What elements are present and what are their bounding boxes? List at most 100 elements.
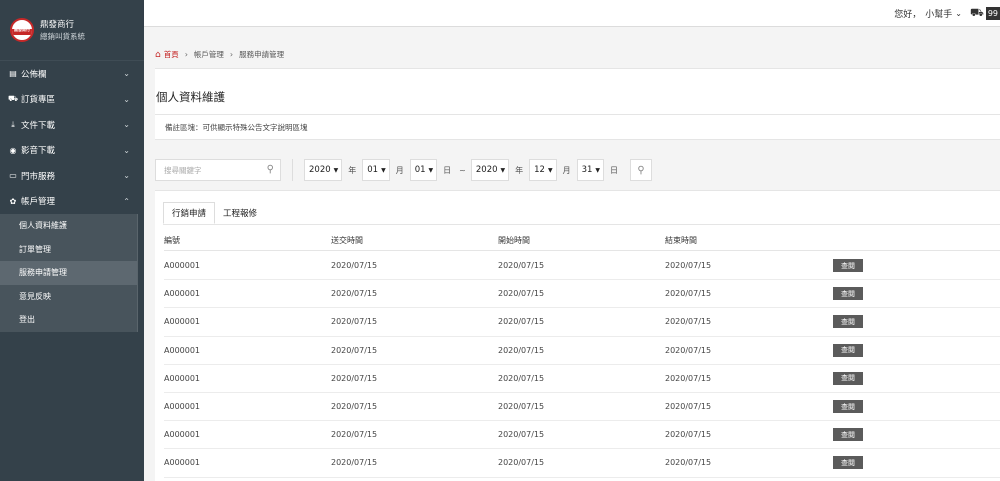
greeting-text: 您好， <box>894 10 922 20</box>
sidebar-subitem-logout[interactable]: 登出 <box>0 308 137 332</box>
chevron-down-icon[interactable]: ⌄ <box>955 9 962 18</box>
start-month-select[interactable]: 01 ▼ <box>362 159 390 181</box>
column-header-id: 編號 <box>164 236 180 245</box>
view-button[interactable]: 查閱 <box>833 371 863 385</box>
view-button[interactable]: 查閱 <box>833 343 863 357</box>
top-bar: 您好， 小幫手 ⌄ ⛟ 99 <box>144 0 1000 27</box>
chevron-right-icon: › <box>184 50 188 59</box>
sidebar-item-label: 影音下載 <box>21 146 56 157</box>
brand[interactable]: 鼎發商行 鼎發商行 總銷叫貨系統 <box>0 0 144 61</box>
note-panel: 備註區塊：可供顯示特殊公告文字說明區塊 <box>155 114 1000 140</box>
view-button[interactable]: 查閱 <box>833 259 863 273</box>
range-separator: ~ <box>459 165 466 175</box>
logo-text: 鼎發商行 <box>14 27 30 32</box>
sidebar-item-account[interactable]: ✿ 帳戶管理 ⌃ <box>0 189 144 215</box>
brand-name: 鼎發商行 <box>40 19 75 30</box>
table-row: A000001 2020/07/15 2020/07/15 2020/07/15… <box>164 280 1000 309</box>
cell-start: 2020/07/15 <box>498 345 545 355</box>
cell-id: A000001 <box>164 402 201 412</box>
start-day-select[interactable]: 01 ▼ <box>409 159 438 181</box>
cell-submitted: 2020/07/15 <box>331 317 378 327</box>
unit-month-label: 月 <box>562 165 571 175</box>
sidebar: 鼎發商行 鼎發商行 總銷叫貨系統 ▤ 公佈欄 ⌄ ⛟ 訂貨專區 ⌄ ⤓ 文件下載… <box>0 0 144 481</box>
table-row: A000001 2020/07/15 2020/07/15 2020/07/15… <box>164 421 1000 450</box>
view-button[interactable]: 查閱 <box>833 428 863 442</box>
cell-start: 2020/07/15 <box>498 373 545 383</box>
sidebar-item-media[interactable]: ◉ 影音下載 ⌄ <box>0 138 144 164</box>
search-input[interactable] <box>156 160 280 180</box>
breadcrumb-home-label: 首頁 <box>163 50 179 59</box>
home-icon: ⌂ <box>155 49 161 60</box>
start-year-select[interactable]: 2020 ▼ <box>304 159 343 181</box>
table-row: A000001 2020/07/15 2020/07/15 2020/07/15… <box>164 308 1000 337</box>
sidebar-subitem-feedback[interactable]: 意見反映 <box>0 285 137 309</box>
sidebar-item-label: 文件下載 <box>21 120 56 131</box>
end-month-select[interactable]: 12 ▼ <box>529 159 557 181</box>
cell-start: 2020/07/15 <box>498 289 545 299</box>
search-button[interactable]: ⚲ <box>630 159 653 181</box>
filter-bar: ⚲ 2020▼ 年 01▼ 月 01▼ 日 ~ 2020▼ 年 12▼ 月 31… <box>155 159 653 181</box>
cell-submitted: 2020/07/15 <box>331 261 378 271</box>
view-button[interactable]: 查閱 <box>833 456 863 470</box>
unit-year-label: 年 <box>515 165 524 175</box>
cell-end: 2020/07/15 <box>665 345 712 355</box>
search-icon[interactable]: ⚲ <box>267 164 274 175</box>
end-year-select[interactable]: 2020 ▼ <box>470 159 510 181</box>
cell-id: A000001 <box>164 261 201 271</box>
sidebar-item-documents[interactable]: ⤓ 文件下載 ⌄ <box>0 112 144 138</box>
table-body: A000001 2020/07/15 2020/07/15 2020/07/15… <box>164 252 1000 478</box>
user-menu[interactable]: 小幫手 <box>925 7 952 20</box>
cart-icon: ⛟ <box>7 94 19 104</box>
store-icon: ▭ <box>9 171 17 181</box>
caret-down-icon: ▼ <box>333 166 339 174</box>
cell-id: A000001 <box>164 430 201 440</box>
tab-marketing-request[interactable]: 行銷申請 <box>163 202 216 224</box>
cell-id: A000001 <box>164 289 201 299</box>
sidebar-item-orders[interactable]: ⛟ 訂貨專區 ⌄ <box>0 87 144 113</box>
search-icon: ⚲ <box>637 164 645 176</box>
cell-id: A000001 <box>164 345 201 355</box>
chevron-down-icon: ⌄ <box>123 145 130 155</box>
cell-end: 2020/07/15 <box>665 289 712 299</box>
caret-down-icon: ▼ <box>381 166 386 174</box>
column-header-start: 開始時間 <box>498 236 530 245</box>
breadcrumb-level2: 服務申請管理 <box>239 50 285 59</box>
sidebar-item-store[interactable]: ▭ 門市服務 ⌄ <box>0 163 144 189</box>
cell-end: 2020/07/15 <box>665 402 712 412</box>
sidebar-subitem-service-requests[interactable]: 服務申請管理 <box>0 261 137 285</box>
cell-submitted: 2020/07/15 <box>331 289 378 299</box>
cart-icon[interactable]: ⛟ <box>970 6 984 21</box>
view-button[interactable]: 查閱 <box>833 287 863 301</box>
table-header: 編號 送交時間 開始時間 結束時間 <box>164 231 1000 251</box>
unit-day-label: 日 <box>610 165 619 175</box>
title-panel: 個人資料維護 <box>155 68 1000 114</box>
sidebar-subitem-order-management[interactable]: 訂單管理 <box>0 238 137 262</box>
view-button[interactable]: 查閱 <box>833 315 863 329</box>
sidebar-item-label: 帳戶管理 <box>21 197 56 208</box>
column-header-submitted: 送交時間 <box>331 236 363 245</box>
cell-id: A000001 <box>164 373 201 383</box>
cell-submitted: 2020/07/15 <box>331 458 378 468</box>
view-button[interactable]: 查閱 <box>833 400 863 414</box>
sidebar-subitem-profile[interactable]: 個人資料維護 <box>0 214 137 238</box>
column-header-end: 結束時間 <box>665 236 697 245</box>
download-icon: ⤓ <box>11 119 15 129</box>
cell-start: 2020/07/15 <box>498 458 545 468</box>
note-text: 備註區塊：可供顯示特殊公告文字說明區塊 <box>165 122 308 132</box>
end-day-select[interactable]: 31 ▼ <box>576 159 605 181</box>
cell-end: 2020/07/15 <box>665 458 712 468</box>
chevron-right-icon: › <box>229 50 234 59</box>
main-content: ⌂ 首頁 › 帳戶管理 › 服務申請管理 個人資料維護 備註區塊：可供顯示特殊公… <box>144 27 1000 481</box>
breadcrumb-level1[interactable]: 帳戶管理 <box>194 49 224 60</box>
sidebar-item-label: 門市服務 <box>21 171 56 182</box>
brand-subtitle: 總銷叫貨系統 <box>40 31 85 41</box>
breadcrumb-home[interactable]: ⌂ 首頁 <box>155 49 179 60</box>
chevron-down-icon: ⌄ <box>123 120 130 130</box>
cell-start: 2020/07/15 <box>498 430 545 440</box>
gear-icon: ✿ <box>9 196 17 206</box>
tab-repair-request[interactable]: 工程報修 <box>215 202 265 224</box>
bulletin-icon: ▤ <box>9 69 17 79</box>
sidebar-item-bulletin[interactable]: ▤ 公佈欄 ⌄ <box>0 61 144 87</box>
cart-count-badge[interactable]: 99 <box>985 7 1000 20</box>
chevron-down-icon: ⌄ <box>123 171 130 181</box>
